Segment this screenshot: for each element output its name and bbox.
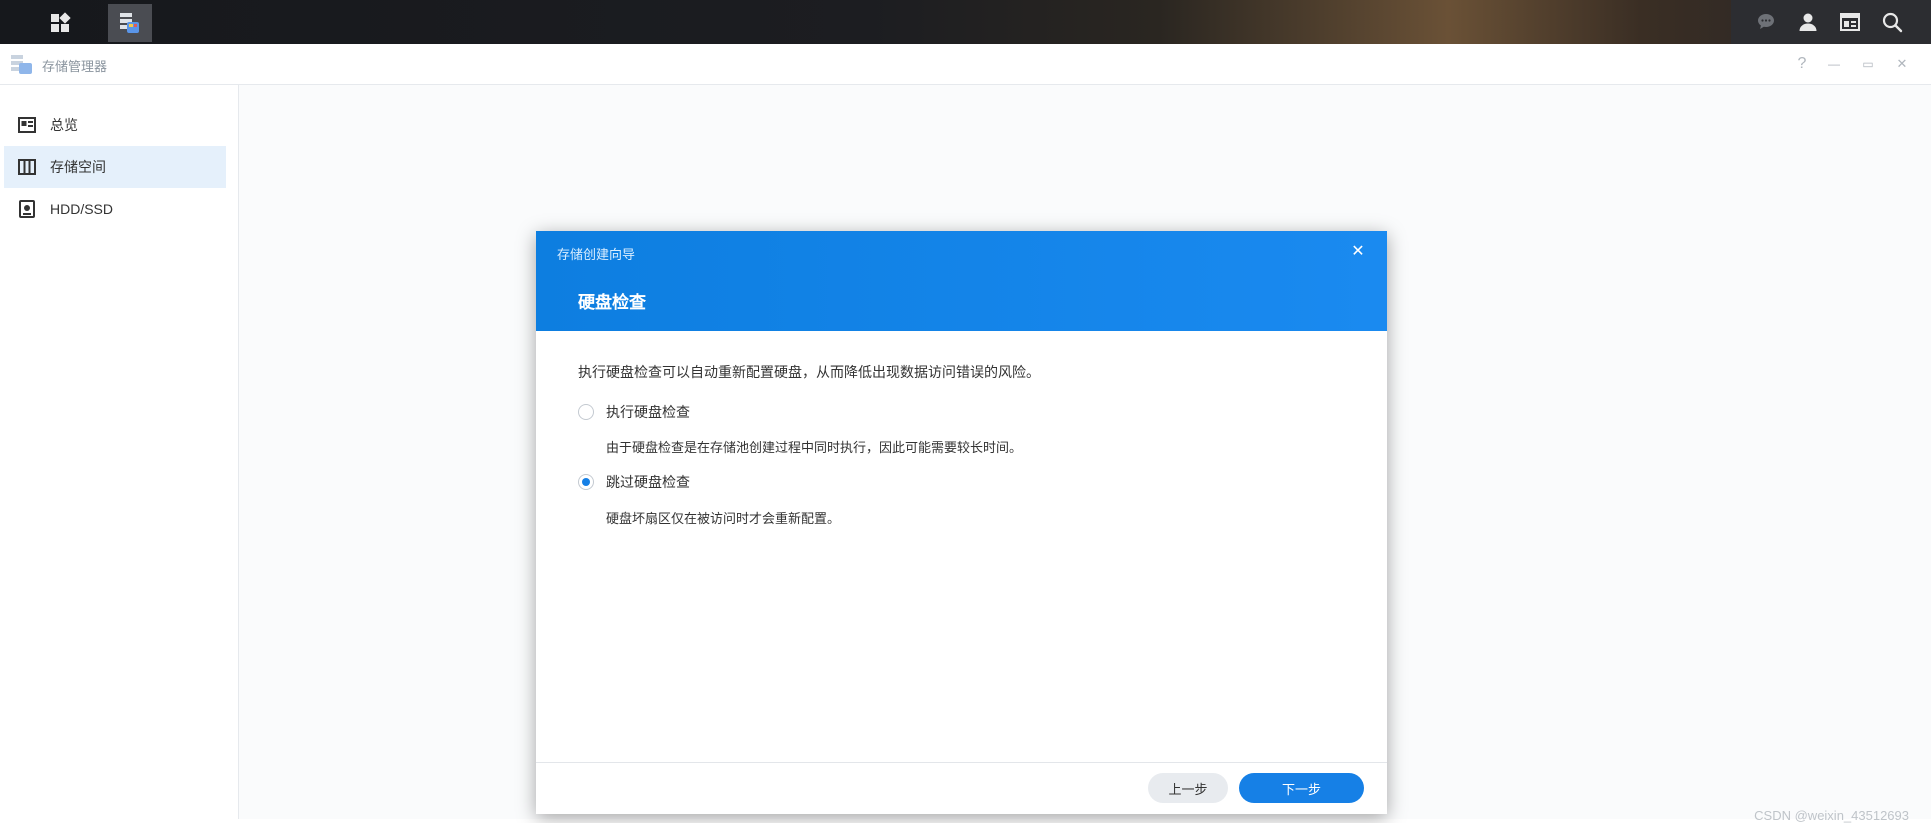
option-hint: 由于硬盘检查是在存储池创建过程中同时执行，因此可能需要较长时间。	[606, 440, 1023, 455]
main-menu-button[interactable]	[38, 4, 82, 42]
taskbar	[0, 0, 1931, 44]
search-icon	[1882, 12, 1903, 33]
option-hint: 硬盘坏扇区仅在被访问时才会重新配置。	[606, 511, 841, 526]
sidebar-item-label: 总览	[50, 117, 78, 133]
watermark: CSDN @weixin_43512693	[1754, 808, 1909, 823]
minimize-icon: —	[1828, 57, 1840, 71]
sidebar: 总览 存储空间 HDD/SSD	[0, 85, 239, 819]
widgets-icon	[1840, 13, 1860, 31]
user-icon	[1799, 13, 1817, 31]
option-skip-disk-check[interactable]: 跳过硬盘检查	[578, 472, 690, 492]
option-label: 跳过硬盘检查	[606, 474, 690, 490]
main-menu-icon	[51, 12, 71, 32]
app-logo-icon	[11, 55, 32, 74]
sidebar-item-label: 存储空间	[50, 159, 106, 175]
sidebar-item-overview[interactable]: 总览	[4, 104, 226, 146]
dialog-footer: 上一步 下一步	[536, 762, 1387, 814]
sidebar-item-label: HDD/SSD	[50, 201, 114, 217]
storage-manager-taskbar-button[interactable]	[108, 4, 152, 42]
restore-button[interactable]: ▭	[1857, 54, 1879, 74]
chat-button[interactable]	[1752, 8, 1780, 36]
disk-icon	[16, 198, 38, 220]
storage-manager-app-icon	[120, 13, 139, 33]
radio-skip-disk-check[interactable]	[578, 474, 594, 490]
close-icon: ✕	[1896, 56, 1908, 71]
close-icon: ✕	[1351, 243, 1365, 260]
widgets-button[interactable]	[1836, 8, 1864, 36]
close-window-button[interactable]: ✕	[1891, 54, 1913, 74]
user-button[interactable]	[1794, 8, 1822, 36]
sidebar-item-storage[interactable]: 存储空间	[4, 146, 226, 188]
restore-icon: ▭	[1862, 57, 1874, 71]
next-button[interactable]: 下一步	[1239, 773, 1364, 803]
minimize-button[interactable]: —	[1823, 54, 1845, 74]
overview-icon	[16, 114, 38, 136]
help-icon: ?	[1797, 55, 1807, 72]
storage-icon	[16, 156, 38, 178]
chat-icon	[1758, 14, 1774, 29]
search-button[interactable]	[1878, 8, 1906, 36]
wizard-title: 存储创建向导	[557, 247, 636, 262]
dialog-close-button[interactable]: ✕	[1347, 240, 1369, 262]
option-label: 执行硬盘检查	[606, 404, 690, 420]
option-run-disk-check[interactable]: 执行硬盘检查	[578, 402, 690, 422]
dialog-header: 存储创建向导 ✕ 硬盘检查	[536, 231, 1387, 331]
storage-wizard-dialog: 存储创建向导 ✕ 硬盘检查 执行硬盘检查可以自动重新配置硬盘，从而降低出现数据访…	[536, 231, 1387, 814]
previous-button[interactable]: 上一步	[1148, 773, 1228, 803]
radio-run-disk-check[interactable]	[578, 404, 594, 420]
dialog-description: 执行硬盘检查可以自动重新配置硬盘，从而降低出现数据访问错误的风险。	[578, 364, 1040, 380]
window-title: 存储管理器	[42, 59, 108, 74]
help-button[interactable]: ?	[1791, 54, 1813, 74]
window-header: 存储管理器 ? — ▭ ✕	[0, 44, 1931, 85]
step-title: 硬盘检查	[578, 293, 646, 312]
sidebar-item-hdd-ssd[interactable]: HDD/SSD	[4, 188, 226, 230]
